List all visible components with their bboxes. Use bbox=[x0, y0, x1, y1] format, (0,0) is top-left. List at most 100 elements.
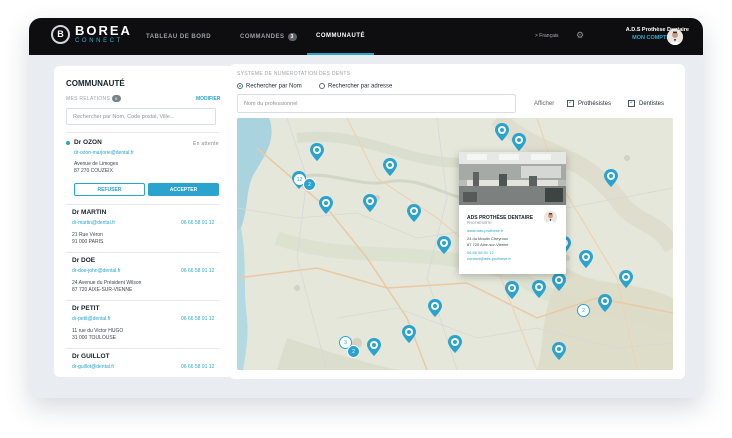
map-cluster[interactable]: 2 bbox=[303, 178, 316, 191]
contact-address-line2: 87 270 COUZEIX bbox=[74, 168, 113, 174]
filter-prosthetists-checkbox[interactable]: Prothésistes bbox=[567, 98, 612, 108]
contact-phone[interactable]: 06 66 58 91 12 bbox=[181, 316, 214, 322]
community-panel: COMMUNAUTÉ MES RELATIONS 5 MODIFIER Reche… bbox=[54, 66, 233, 377]
popup-role: PROTHÉSISTE bbox=[467, 221, 492, 225]
popup-address-line2: 87 720 Aixe-sur-Vienne bbox=[467, 242, 509, 247]
map-marker[interactable] bbox=[552, 273, 566, 291]
contact-phone[interactable]: 06 66 58 91 12 bbox=[181, 268, 214, 274]
map-cluster[interactable]: 2 bbox=[347, 345, 360, 358]
logo-mark: B bbox=[51, 24, 70, 44]
divider bbox=[66, 300, 219, 301]
avatar bbox=[544, 211, 557, 224]
contact-email[interactable]: dr-doe-john@dental.fr bbox=[72, 268, 121, 274]
top-navigation-bar: B BOREA CONNECT TABLEAU DE BORD COMMANDE… bbox=[29, 18, 703, 55]
unread-dot bbox=[66, 141, 70, 145]
contact-address-line2: 31 000 TOULOUSE bbox=[72, 335, 117, 341]
page-title: COMMUNAUTÉ bbox=[66, 79, 125, 88]
contact-name: Dr PETIT bbox=[72, 305, 100, 312]
contact-email[interactable]: dr-ozon-marjorie@dental.fr bbox=[74, 150, 134, 156]
map-panel: SYSTÈME DE NUMÉROTATION DES DENTS Recher… bbox=[229, 64, 685, 379]
contact-address-line1: 11 rue du Victor HUGO bbox=[72, 328, 124, 334]
map-marker[interactable] bbox=[495, 123, 509, 141]
gear-icon[interactable]: ⚙ bbox=[576, 30, 584, 41]
radio-search-by-name[interactable]: Rechercher par Nom bbox=[237, 83, 302, 90]
divider bbox=[66, 348, 219, 349]
contact-phone[interactable]: 06 66 58 91 12 bbox=[181, 364, 214, 370]
contact-email[interactable]: dr-petit@dental.fr bbox=[72, 316, 111, 322]
popup-address-line1: 24 du Moulin Cheyroux bbox=[467, 236, 509, 241]
relations-count-badge: 5 bbox=[112, 95, 121, 102]
contact-address-line2: 91 000 PARIS bbox=[72, 239, 104, 245]
contact-address-line2: 87 720 AIXE-SUR-VIENNE bbox=[72, 287, 133, 293]
map-marker[interactable] bbox=[532, 280, 546, 298]
map-popup-card[interactable]: ADS PROTHÈSE DENTAIRE PROTHÉSISTE www.ad… bbox=[459, 152, 566, 274]
app-window: B BOREA CONNECT TABLEAU DE BORD COMMANDE… bbox=[29, 18, 703, 398]
decline-button[interactable]: REFUSER bbox=[74, 183, 145, 196]
map-marker[interactable] bbox=[552, 342, 566, 360]
checkbox-label: Dentistes bbox=[639, 101, 665, 108]
filter-dentists-checkbox[interactable]: Dentistes bbox=[628, 98, 665, 108]
map-marker[interactable] bbox=[579, 250, 593, 268]
checkbox-label: Prothésistes bbox=[578, 101, 612, 108]
map-marker[interactable] bbox=[505, 281, 519, 299]
checkbox-icon bbox=[567, 98, 574, 107]
map-marker[interactable] bbox=[604, 169, 618, 187]
accept-button[interactable]: ACCEPTER bbox=[148, 183, 219, 196]
contact-address-line1: 24 Avenue du Président Wilson bbox=[72, 280, 142, 286]
tab-community[interactable]: COMMUNAUTÉ bbox=[307, 18, 374, 55]
borea-logo[interactable]: B BOREA CONNECT bbox=[51, 24, 132, 44]
edit-relations-link[interactable]: MODIFIER bbox=[196, 96, 220, 102]
divider bbox=[66, 204, 219, 205]
avatar[interactable] bbox=[667, 29, 683, 45]
radio-on-icon bbox=[237, 83, 243, 89]
map-view[interactable]: 12 2 2 3 2 ADS PROTHÈSE DENTAIRE PROTHÉS… bbox=[237, 118, 673, 370]
map-marker[interactable] bbox=[598, 294, 612, 312]
radio-search-by-address[interactable]: Rechercher par adresse bbox=[319, 83, 392, 90]
contact-email[interactable]: dr-martin@dental.fr bbox=[72, 220, 115, 226]
radio-off-icon bbox=[319, 83, 325, 89]
relations-search-input[interactable]: Rechercher par Nom, Code postal, Ville..… bbox=[66, 108, 216, 125]
contact-email[interactable]: dr-guillot@dental.fr bbox=[72, 364, 114, 370]
map-marker[interactable] bbox=[437, 236, 451, 254]
tab-orders-label: COMMANDES bbox=[240, 33, 285, 40]
section-label: SYSTÈME DE NUMÉROTATION DES DENTS bbox=[237, 71, 351, 77]
contact-name: Dr OZON bbox=[74, 139, 102, 146]
map-background bbox=[237, 118, 673, 370]
divider bbox=[66, 252, 219, 253]
popup-phone[interactable]: 06 66 58 91 12 bbox=[467, 250, 494, 255]
contact-address-line1: 21 Rue Véron bbox=[72, 232, 103, 238]
map-marker[interactable] bbox=[367, 338, 381, 356]
language-selector[interactable]: > Français bbox=[535, 33, 558, 39]
relations-label-text: MES RELATIONS bbox=[66, 96, 111, 102]
logo-subtitle: CONNECT bbox=[75, 38, 123, 44]
contact-address-line1: Avenue de Limoges bbox=[74, 161, 119, 167]
tab-orders[interactable]: COMMANDES 3 bbox=[240, 18, 297, 55]
map-marker[interactable] bbox=[448, 335, 462, 353]
map-cluster[interactable]: 2 bbox=[577, 304, 590, 317]
lab-photo bbox=[459, 152, 566, 205]
radio-label: Rechercher par adresse bbox=[328, 83, 393, 90]
map-marker[interactable] bbox=[428, 299, 442, 317]
divider bbox=[66, 132, 219, 133]
map-marker[interactable] bbox=[619, 270, 633, 288]
contact-name: Dr MARTIN bbox=[72, 209, 107, 216]
contact-phone[interactable]: 06 66 58 91 12 bbox=[181, 220, 214, 226]
map-marker[interactable] bbox=[407, 204, 421, 222]
map-marker[interactable] bbox=[310, 143, 324, 161]
map-marker[interactable] bbox=[402, 325, 416, 343]
contact-name: Dr GUILLOT bbox=[72, 353, 110, 360]
professional-name-input[interactable]: Nom du professionnel bbox=[237, 94, 516, 113]
status-badge: En attente bbox=[193, 141, 219, 147]
popup-email[interactable]: contact@ads-prothese.fr bbox=[467, 256, 511, 261]
contact-name: Dr DOE bbox=[72, 257, 96, 264]
map-marker[interactable] bbox=[512, 133, 526, 151]
tab-dashboard[interactable]: TABLEAU DE BORD bbox=[146, 18, 211, 55]
map-marker[interactable] bbox=[383, 158, 397, 176]
popup-website[interactable]: www.ads-prothese.fr bbox=[467, 228, 503, 233]
relations-label: MES RELATIONS 5 bbox=[66, 95, 121, 102]
map-marker[interactable] bbox=[319, 196, 333, 214]
checkbox-icon bbox=[628, 98, 635, 107]
radio-label: Rechercher par Nom bbox=[246, 83, 302, 90]
orders-count-badge: 3 bbox=[287, 32, 297, 41]
map-marker[interactable] bbox=[363, 194, 377, 212]
